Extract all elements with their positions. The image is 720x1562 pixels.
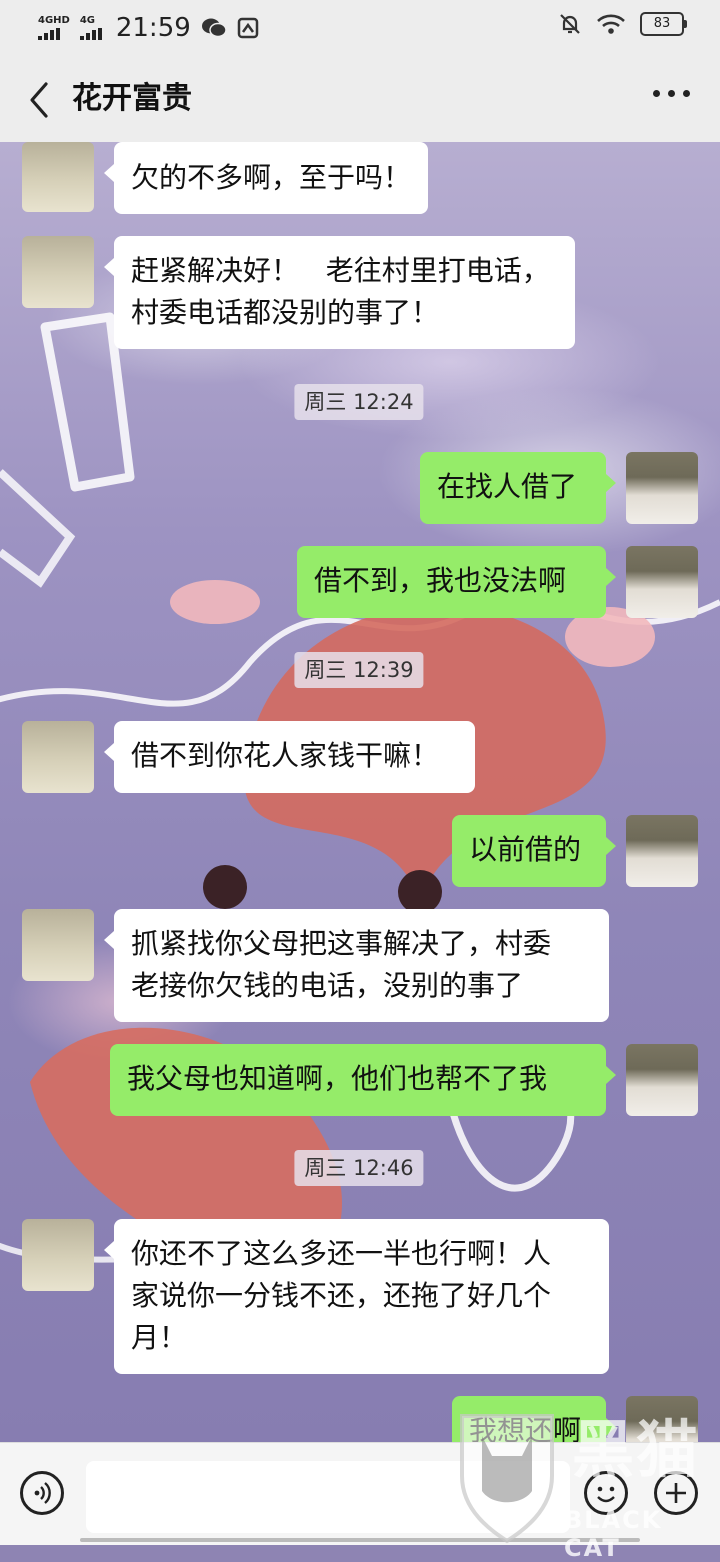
watermark-text-en: BLACK CAT xyxy=(564,1506,663,1562)
outgoing-message[interactable]: 我父母也知道啊，他们也帮不了我 xyxy=(110,1044,616,1116)
back-chevron-icon[interactable] xyxy=(22,80,58,120)
outgoing-message[interactable]: 以前借的 xyxy=(452,815,616,887)
voice-icon[interactable] xyxy=(20,1471,64,1515)
wifi-icon xyxy=(597,14,625,34)
outgoing-message[interactable]: 在找人借了 xyxy=(420,452,616,524)
chat-header: 花开富贵 xyxy=(0,56,720,142)
clock: 21:59 xyxy=(115,13,191,43)
screenshot-app-icon xyxy=(237,17,259,39)
mute-bell-icon xyxy=(560,14,580,34)
user-avatar[interactable] xyxy=(626,1044,698,1116)
status-right: 83 xyxy=(558,12,687,36)
time-stamp: 周三 12:46 xyxy=(294,1150,424,1186)
incoming-message[interactable]: 欠的不多啊，至于吗！ xyxy=(103,142,429,214)
message-list: 欠的不多啊，至于吗！ 赶紧解决好！ 老往村里打电话， 村委电话都没别的事了！ 周… xyxy=(0,0,720,1442)
more-dots-icon[interactable] xyxy=(653,90,690,97)
status-left: 4GHD 4G 21:59 xyxy=(38,10,259,46)
user-avatar[interactable] xyxy=(626,452,698,524)
outgoing-message[interactable]: 借不到，我也没法啊 xyxy=(297,546,616,618)
contact-avatar[interactable] xyxy=(22,1219,94,1291)
time-stamp: 周三 12:39 xyxy=(294,652,424,688)
incoming-message[interactable]: 借不到你花人家钱干嘛！ xyxy=(104,721,475,793)
signal-bars-icon xyxy=(38,28,60,40)
chat-title: 花开富贵 xyxy=(72,81,192,116)
signal-4g: 4G xyxy=(79,15,102,40)
user-avatar[interactable] xyxy=(626,546,698,618)
voice-waves-icon xyxy=(34,1482,51,1504)
contact-avatar[interactable] xyxy=(22,721,94,793)
status-bar: 4GHD 4G 21:59 83 xyxy=(0,0,720,56)
contact-avatar[interactable] xyxy=(22,909,94,981)
wechat-icon xyxy=(201,18,227,38)
signal-label-1: 4GHD xyxy=(38,15,70,26)
incoming-message[interactable]: 赶紧解决好！ 老往村里打电话， 村委电话都没别的事了！ xyxy=(104,236,575,349)
signal-bars-icon xyxy=(79,28,102,40)
incoming-message[interactable]: 抓紧找你父母把这事解决了，村委 老接你欠钱的电话，没别的事了 xyxy=(104,909,609,1022)
time-stamp: 周三 12:24 xyxy=(294,384,424,420)
blackcat-watermark: 黑猫 BLACK CAT xyxy=(452,1396,720,1562)
watermark-text-cn: 黑猫 xyxy=(572,1413,701,1486)
incoming-message[interactable]: 你还不了这么多还一半也行啊！人 家说你一分钱不还，还拖了好几个 月！ xyxy=(104,1219,609,1374)
signal-4ghd: 4GHD xyxy=(38,16,70,40)
contact-avatar[interactable] xyxy=(22,236,94,308)
contact-avatar[interactable] xyxy=(22,142,94,212)
battery-indicator: 83 xyxy=(640,12,687,36)
signal-label-2: 4G xyxy=(79,15,96,26)
blackcat-logo-icon xyxy=(460,1414,554,1544)
user-avatar[interactable] xyxy=(626,815,698,887)
